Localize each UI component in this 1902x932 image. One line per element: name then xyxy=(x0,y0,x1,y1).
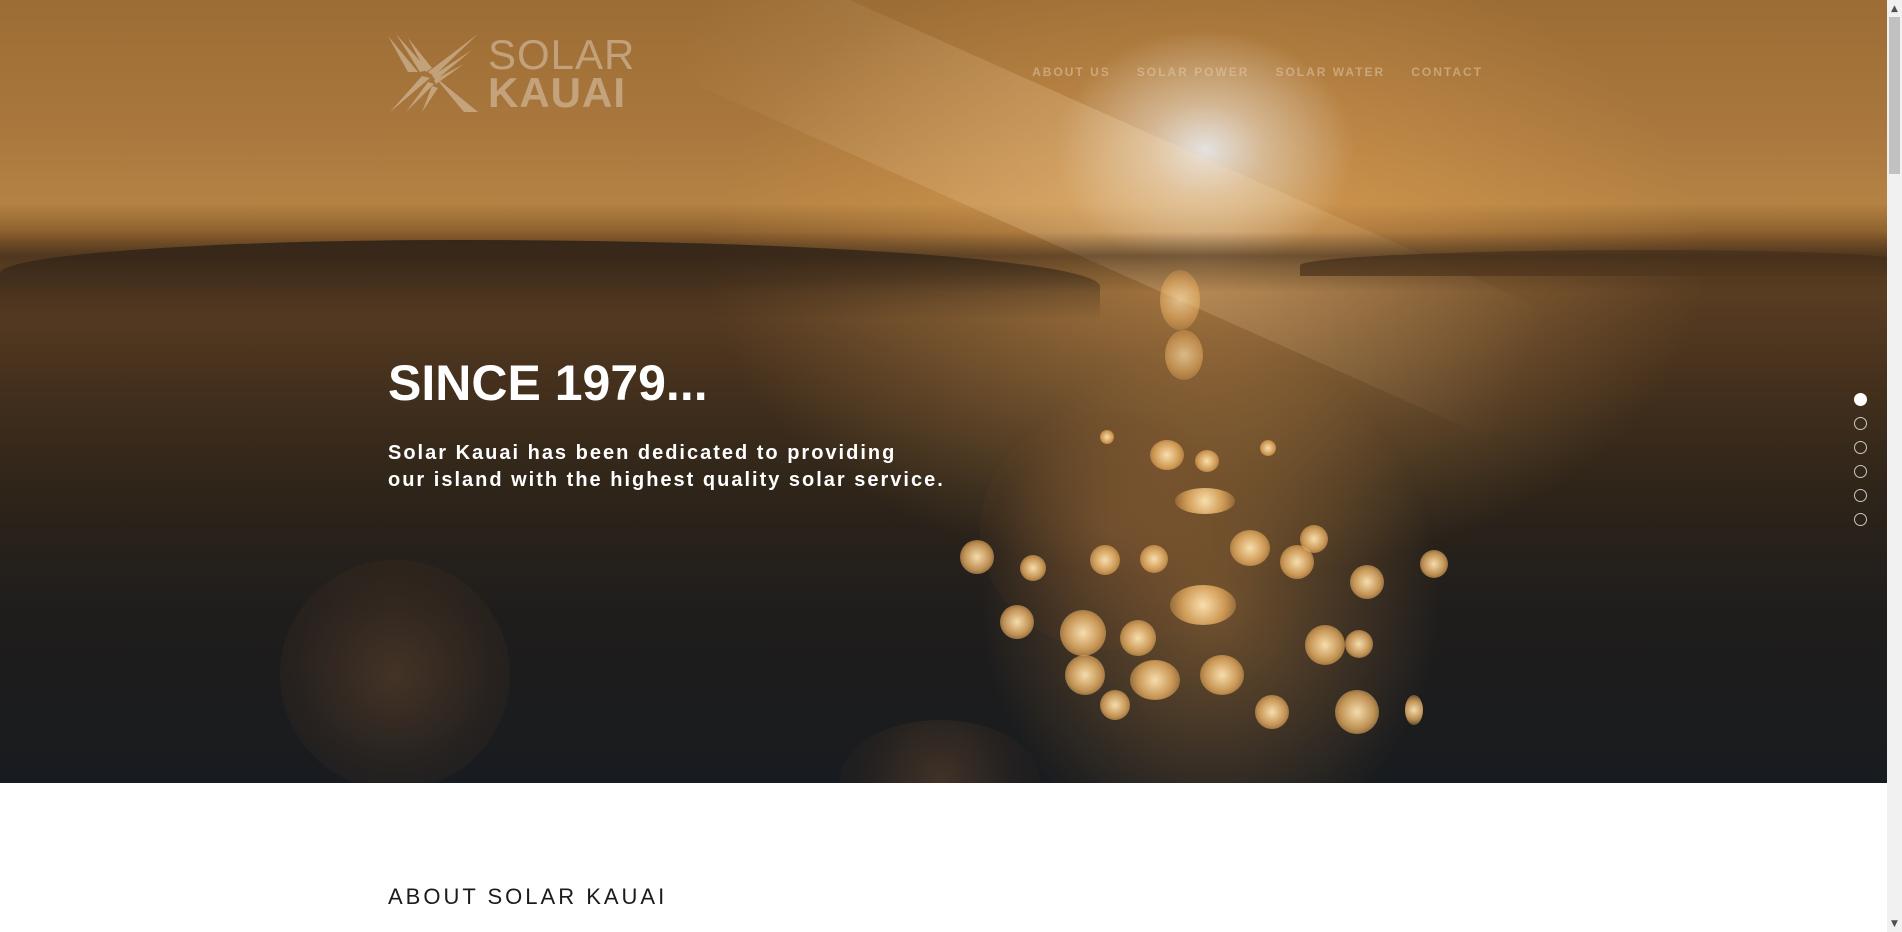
horizon-band xyxy=(0,232,1887,292)
glitter-spot xyxy=(1350,565,1384,599)
glitter-spot xyxy=(1165,330,1203,380)
palm-leaf-icon xyxy=(388,34,478,112)
glitter-spot xyxy=(1140,545,1168,573)
glitter-spot xyxy=(1160,270,1200,330)
glitter-spot xyxy=(1020,555,1046,581)
about-section: ABOUT SOLAR KAUAI xyxy=(0,783,1887,932)
section-dot-1[interactable] xyxy=(1854,393,1867,406)
page-scrollbar[interactable]: ▲ ▼ xyxy=(1887,0,1902,932)
about-title: ABOUT SOLAR KAUAI xyxy=(388,884,668,909)
bokeh-orb xyxy=(840,720,1040,783)
hero-text-line-2: our island with the highest quality sola… xyxy=(388,469,945,491)
glitter-spot xyxy=(1175,488,1235,514)
hero-text-line-1: Solar Kauai has been dedicated to provid… xyxy=(388,442,897,464)
brand-line-2: KAUAI xyxy=(488,69,626,116)
section-dots-nav xyxy=(1854,393,1867,526)
glitter-spot xyxy=(1150,440,1184,470)
nav-about-us[interactable]: ABOUT US xyxy=(1032,65,1111,79)
glitter-spot xyxy=(960,540,994,574)
main-nav: ABOUT US SOLAR POWER SOLAR WATER CONTACT xyxy=(1032,65,1483,79)
scroll-down-icon[interactable]: ▼ xyxy=(1887,915,1902,932)
scroll-up-icon[interactable]: ▲ xyxy=(1887,0,1902,17)
glitter-spot xyxy=(1090,545,1120,575)
glitter-spot xyxy=(1100,430,1114,444)
glitter-spot xyxy=(1120,620,1156,656)
nav-solar-water[interactable]: SOLAR WATER xyxy=(1275,65,1385,79)
bokeh-orb xyxy=(280,560,510,783)
section-dot-4[interactable] xyxy=(1854,465,1867,478)
glitter-spot xyxy=(1230,530,1270,566)
glitter-spot xyxy=(1255,695,1289,729)
section-dot-3[interactable] xyxy=(1854,441,1867,454)
glitter-spot xyxy=(1130,660,1180,700)
glitter-spot xyxy=(1100,690,1130,720)
glitter-spot xyxy=(1405,695,1423,725)
glitter-spot xyxy=(1305,625,1345,665)
section-dot-5[interactable] xyxy=(1854,489,1867,502)
nav-solar-power[interactable]: SOLAR POWER xyxy=(1137,65,1250,79)
section-dot-6[interactable] xyxy=(1854,513,1867,526)
glitter-spot xyxy=(1335,690,1379,734)
glitter-spot xyxy=(1065,655,1105,695)
brand-logo[interactable]: SOLAR KAUAI xyxy=(388,34,635,114)
scrollbar-thumb[interactable] xyxy=(1889,17,1900,174)
nav-contact[interactable]: CONTACT xyxy=(1411,65,1483,79)
hero-description: Solar Kauai has been dedicated to provid… xyxy=(388,440,1008,494)
brand-wordmark: SOLAR KAUAI xyxy=(488,34,635,116)
glitter-spot xyxy=(1345,630,1373,658)
glitter-spot xyxy=(1060,610,1106,656)
hero-title: SINCE 1979... xyxy=(388,355,708,411)
glitter-spot xyxy=(1300,525,1328,553)
glitter-spot xyxy=(1000,605,1034,639)
glitter-spot xyxy=(1260,440,1276,456)
hero-section: SOLAR KAUAI ABOUT US SOLAR POWER SOLAR W… xyxy=(0,0,1887,783)
glitter-spot xyxy=(1170,585,1236,625)
glitter-spot xyxy=(1195,450,1219,472)
glitter-spot xyxy=(1420,550,1448,578)
glitter-spot xyxy=(1200,655,1244,695)
section-dot-2[interactable] xyxy=(1854,417,1867,430)
